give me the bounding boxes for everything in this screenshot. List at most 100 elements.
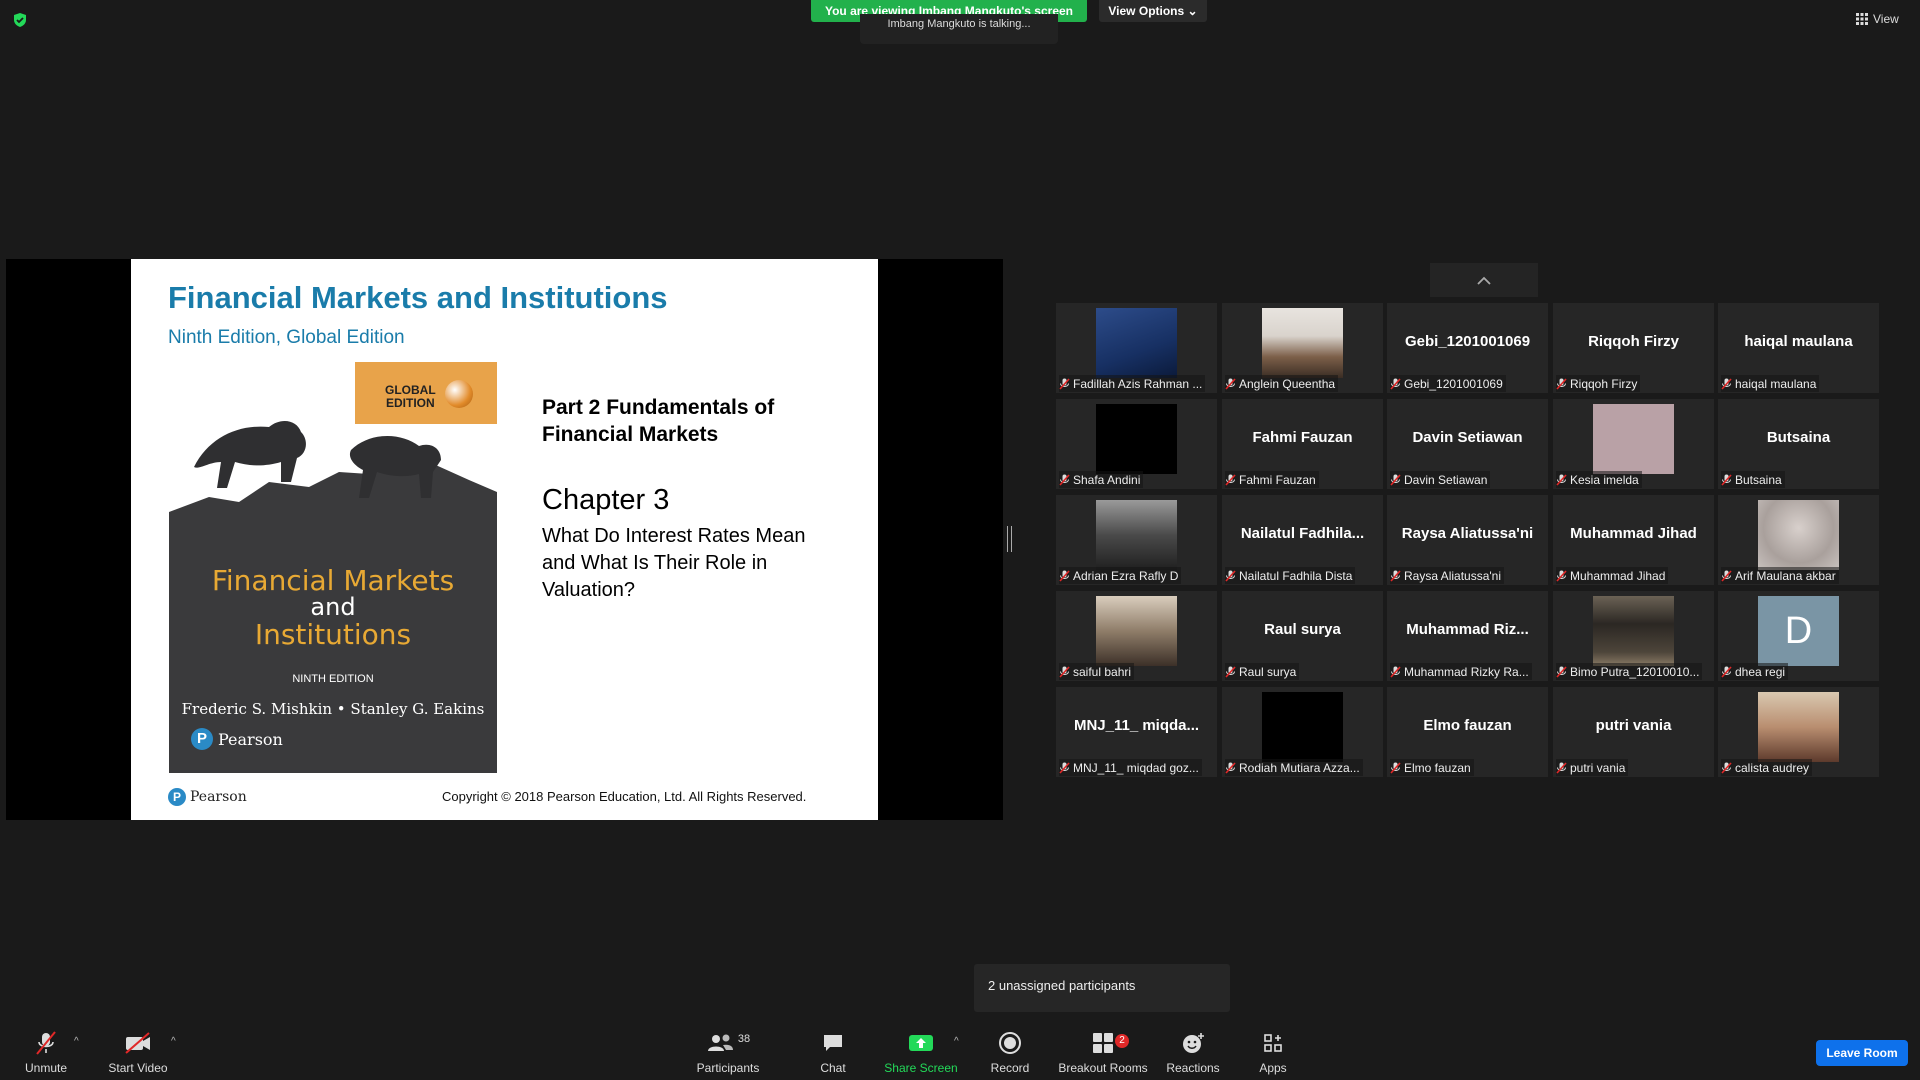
start-video-button[interactable]: Start Video: [104, 1030, 172, 1075]
cover-authors: Frederic S. Mishkin • Stanley G. Eakins: [181, 700, 485, 718]
view-button[interactable]: View: [1856, 10, 1899, 28]
audio-options-caret-icon[interactable]: ^: [74, 1036, 79, 1047]
unassigned-participants-tooltip: 2 unassigned participants: [974, 964, 1230, 1012]
participant-video-thumbnail: [1593, 404, 1674, 474]
part-title: Part 2 Fundamentals of Financial Markets: [542, 396, 775, 446]
split-view-resize-handle[interactable]: [1007, 526, 1012, 552]
participant-tile[interactable]: Rodiah Mutiara Azza...: [1222, 687, 1383, 777]
participant-tile[interactable]: Kesia imelda: [1553, 399, 1714, 489]
participant-name-label: calista audrey: [1721, 759, 1813, 776]
participant-name-label: haiqal maulana: [1721, 375, 1820, 392]
participant-display-name: Butsaina: [1766, 429, 1831, 446]
chapter-subtitle: What Do Interest Rates Mean and What Is …: [542, 525, 806, 601]
participant-tile[interactable]: Nailatul Fadhila... Nailatul Fadhila Dist…: [1222, 495, 1383, 585]
participant-video-thumbnail: [1096, 500, 1177, 570]
participant-tile[interactable]: Ddhea regi: [1718, 591, 1879, 681]
microphone-muted-icon: [1225, 377, 1236, 390]
participant-tile[interactable]: Butsaina Butsaina: [1718, 399, 1879, 489]
microphone-muted-icon: [1225, 569, 1236, 582]
video-options-caret-icon[interactable]: ^: [171, 1036, 176, 1047]
participant-name-text: Arif Maulana akbar: [1735, 568, 1836, 583]
participant-tile[interactable]: haiqal maulana haiqal maulana: [1718, 303, 1879, 393]
participant-tile[interactable]: Muhammad Riz... Muhammad Rizky Ra...: [1387, 591, 1548, 681]
participant-name-label: Bimo Putra_12010010...: [1556, 663, 1703, 680]
participant-tile[interactable]: Raul surya Raul surya: [1222, 591, 1383, 681]
pearson-logo-icon: P: [168, 788, 186, 806]
record-icon: [999, 1032, 1021, 1054]
participant-tile[interactable]: Davin Setiawan Davin Setiawan: [1387, 399, 1548, 489]
participant-name-text: Riqqoh Firzy: [1570, 376, 1638, 391]
participant-tile[interactable]: Arif Maulana akbar: [1718, 495, 1879, 585]
chat-button[interactable]: Chat: [814, 1030, 852, 1075]
cover-title-and: and: [310, 593, 356, 621]
microphone-muted-icon: [1721, 761, 1732, 774]
participant-name-label: Rodiah Mutiara Azza...: [1225, 759, 1363, 776]
participant-tile[interactable]: putri vania putri vania: [1553, 687, 1714, 777]
participant-name-label: Arif Maulana akbar: [1721, 567, 1839, 584]
participant-display-name: Nailatul Fadhila...: [1240, 525, 1365, 542]
microphone-muted-icon: [1390, 665, 1401, 678]
microphone-muted-icon: [1225, 665, 1236, 678]
view-options-button[interactable]: View Options ⌄: [1099, 0, 1207, 22]
participants-button[interactable]: 38 Participants: [690, 1030, 766, 1075]
participant-tile[interactable]: Raysa Aliatussa'ni Raysa Aliatussa'ni: [1387, 495, 1548, 585]
security-shield-icon[interactable]: [12, 12, 28, 28]
breakout-rooms-icon: [1093, 1033, 1113, 1053]
leave-room-button[interactable]: Leave Room: [1816, 1040, 1908, 1066]
participant-name-label: Kesia imelda: [1556, 471, 1642, 488]
participant-display-name: putri vania: [1595, 717, 1672, 734]
share-options-caret-icon[interactable]: ^: [954, 1036, 959, 1047]
participant-name-label: Gebi_1201001069: [1390, 375, 1506, 392]
participant-video-thumbnail: [1262, 692, 1343, 762]
participant-name-label: Riqqoh Firzy: [1556, 375, 1641, 392]
participant-tile[interactable]: Gebi_1201001069 Gebi_1201001069: [1387, 303, 1548, 393]
badge-text: GLOBAL EDITION: [385, 384, 436, 410]
participant-tile[interactable]: Elmo fauzan Elmo fauzan: [1387, 687, 1548, 777]
breakout-rooms-button[interactable]: Breakout Rooms: [1058, 1030, 1148, 1075]
participant-video-thumbnail: D: [1758, 596, 1839, 666]
participant-tile[interactable]: Fadillah Azis Rahman ...: [1056, 303, 1217, 393]
apps-button[interactable]: Apps: [1254, 1030, 1292, 1075]
participant-tile[interactable]: Fahmi Fauzan Fahmi Fauzan: [1222, 399, 1383, 489]
participant-tile[interactable]: Adrian Ezra Rafly D: [1056, 495, 1217, 585]
badge-line-2: EDITION: [386, 396, 435, 410]
copyright-notice: Copyright © 2018 Pearson Education, Ltd.…: [442, 789, 807, 804]
participant-video-thumbnail: [1758, 692, 1839, 762]
participant-display-name: Fahmi Fauzan: [1252, 429, 1353, 446]
participants-label: Participants: [696, 1061, 760, 1075]
participant-name-label: MNJ_11_ miqdad goz...: [1059, 759, 1202, 776]
participant-name-text: Fadillah Azis Rahman ...: [1073, 376, 1203, 391]
participant-name-label: Davin Setiawan: [1390, 471, 1491, 488]
participant-video-thumbnail: [1593, 596, 1674, 666]
participant-name-label: Nailatul Fadhila Dista: [1225, 567, 1356, 584]
participant-name-text: Shafa Andini: [1073, 472, 1141, 487]
participant-tile[interactable]: calista audrey: [1718, 687, 1879, 777]
participant-display-name: Muhammad Riz...: [1406, 621, 1529, 638]
microphone-muted-icon: [1059, 377, 1070, 390]
participant-name-text: saiful bahri: [1073, 664, 1132, 679]
microphone-muted-icon: [1556, 473, 1567, 486]
globe-icon: [445, 380, 473, 408]
participant-tile[interactable]: Shafa Andini: [1056, 399, 1217, 489]
view-options-label: View Options: [1108, 4, 1185, 18]
reactions-button[interactable]: Reactions: [1164, 1030, 1222, 1075]
gallery-page-up-button[interactable]: [1430, 263, 1538, 297]
participant-name-label: Raul surya: [1225, 663, 1300, 680]
unmute-button[interactable]: Unmute: [18, 1030, 74, 1075]
participant-tile[interactable]: saiful bahri: [1056, 591, 1217, 681]
participant-tile[interactable]: Anglein Queentha: [1222, 303, 1383, 393]
participant-tile[interactable]: Bimo Putra_12010010...: [1553, 591, 1714, 681]
participant-tile[interactable]: Riqqoh Firzy Riqqoh Firzy: [1553, 303, 1714, 393]
participant-tile[interactable]: Muhammad Jihad Muhammad Jihad: [1553, 495, 1714, 585]
participant-tile[interactable]: MNJ_11_ miqda... MNJ_11_ miqdad goz...: [1056, 687, 1217, 777]
participant-name-label: Muhammad Rizky Ra...: [1390, 663, 1532, 680]
microphone-muted-icon: [1721, 665, 1732, 678]
participant-name-label: Elmo fauzan: [1390, 759, 1474, 776]
microphone-muted-icon: [1721, 473, 1732, 486]
share-screen-button[interactable]: Share Screen: [884, 1030, 958, 1075]
pearson-logo-icon: P: [191, 728, 213, 750]
participant-name-label: Shafa Andini: [1059, 471, 1144, 488]
share-screen-icon: [909, 1035, 933, 1051]
record-button[interactable]: Record: [987, 1030, 1033, 1075]
global-edition-badge: GLOBAL EDITION: [355, 362, 497, 424]
